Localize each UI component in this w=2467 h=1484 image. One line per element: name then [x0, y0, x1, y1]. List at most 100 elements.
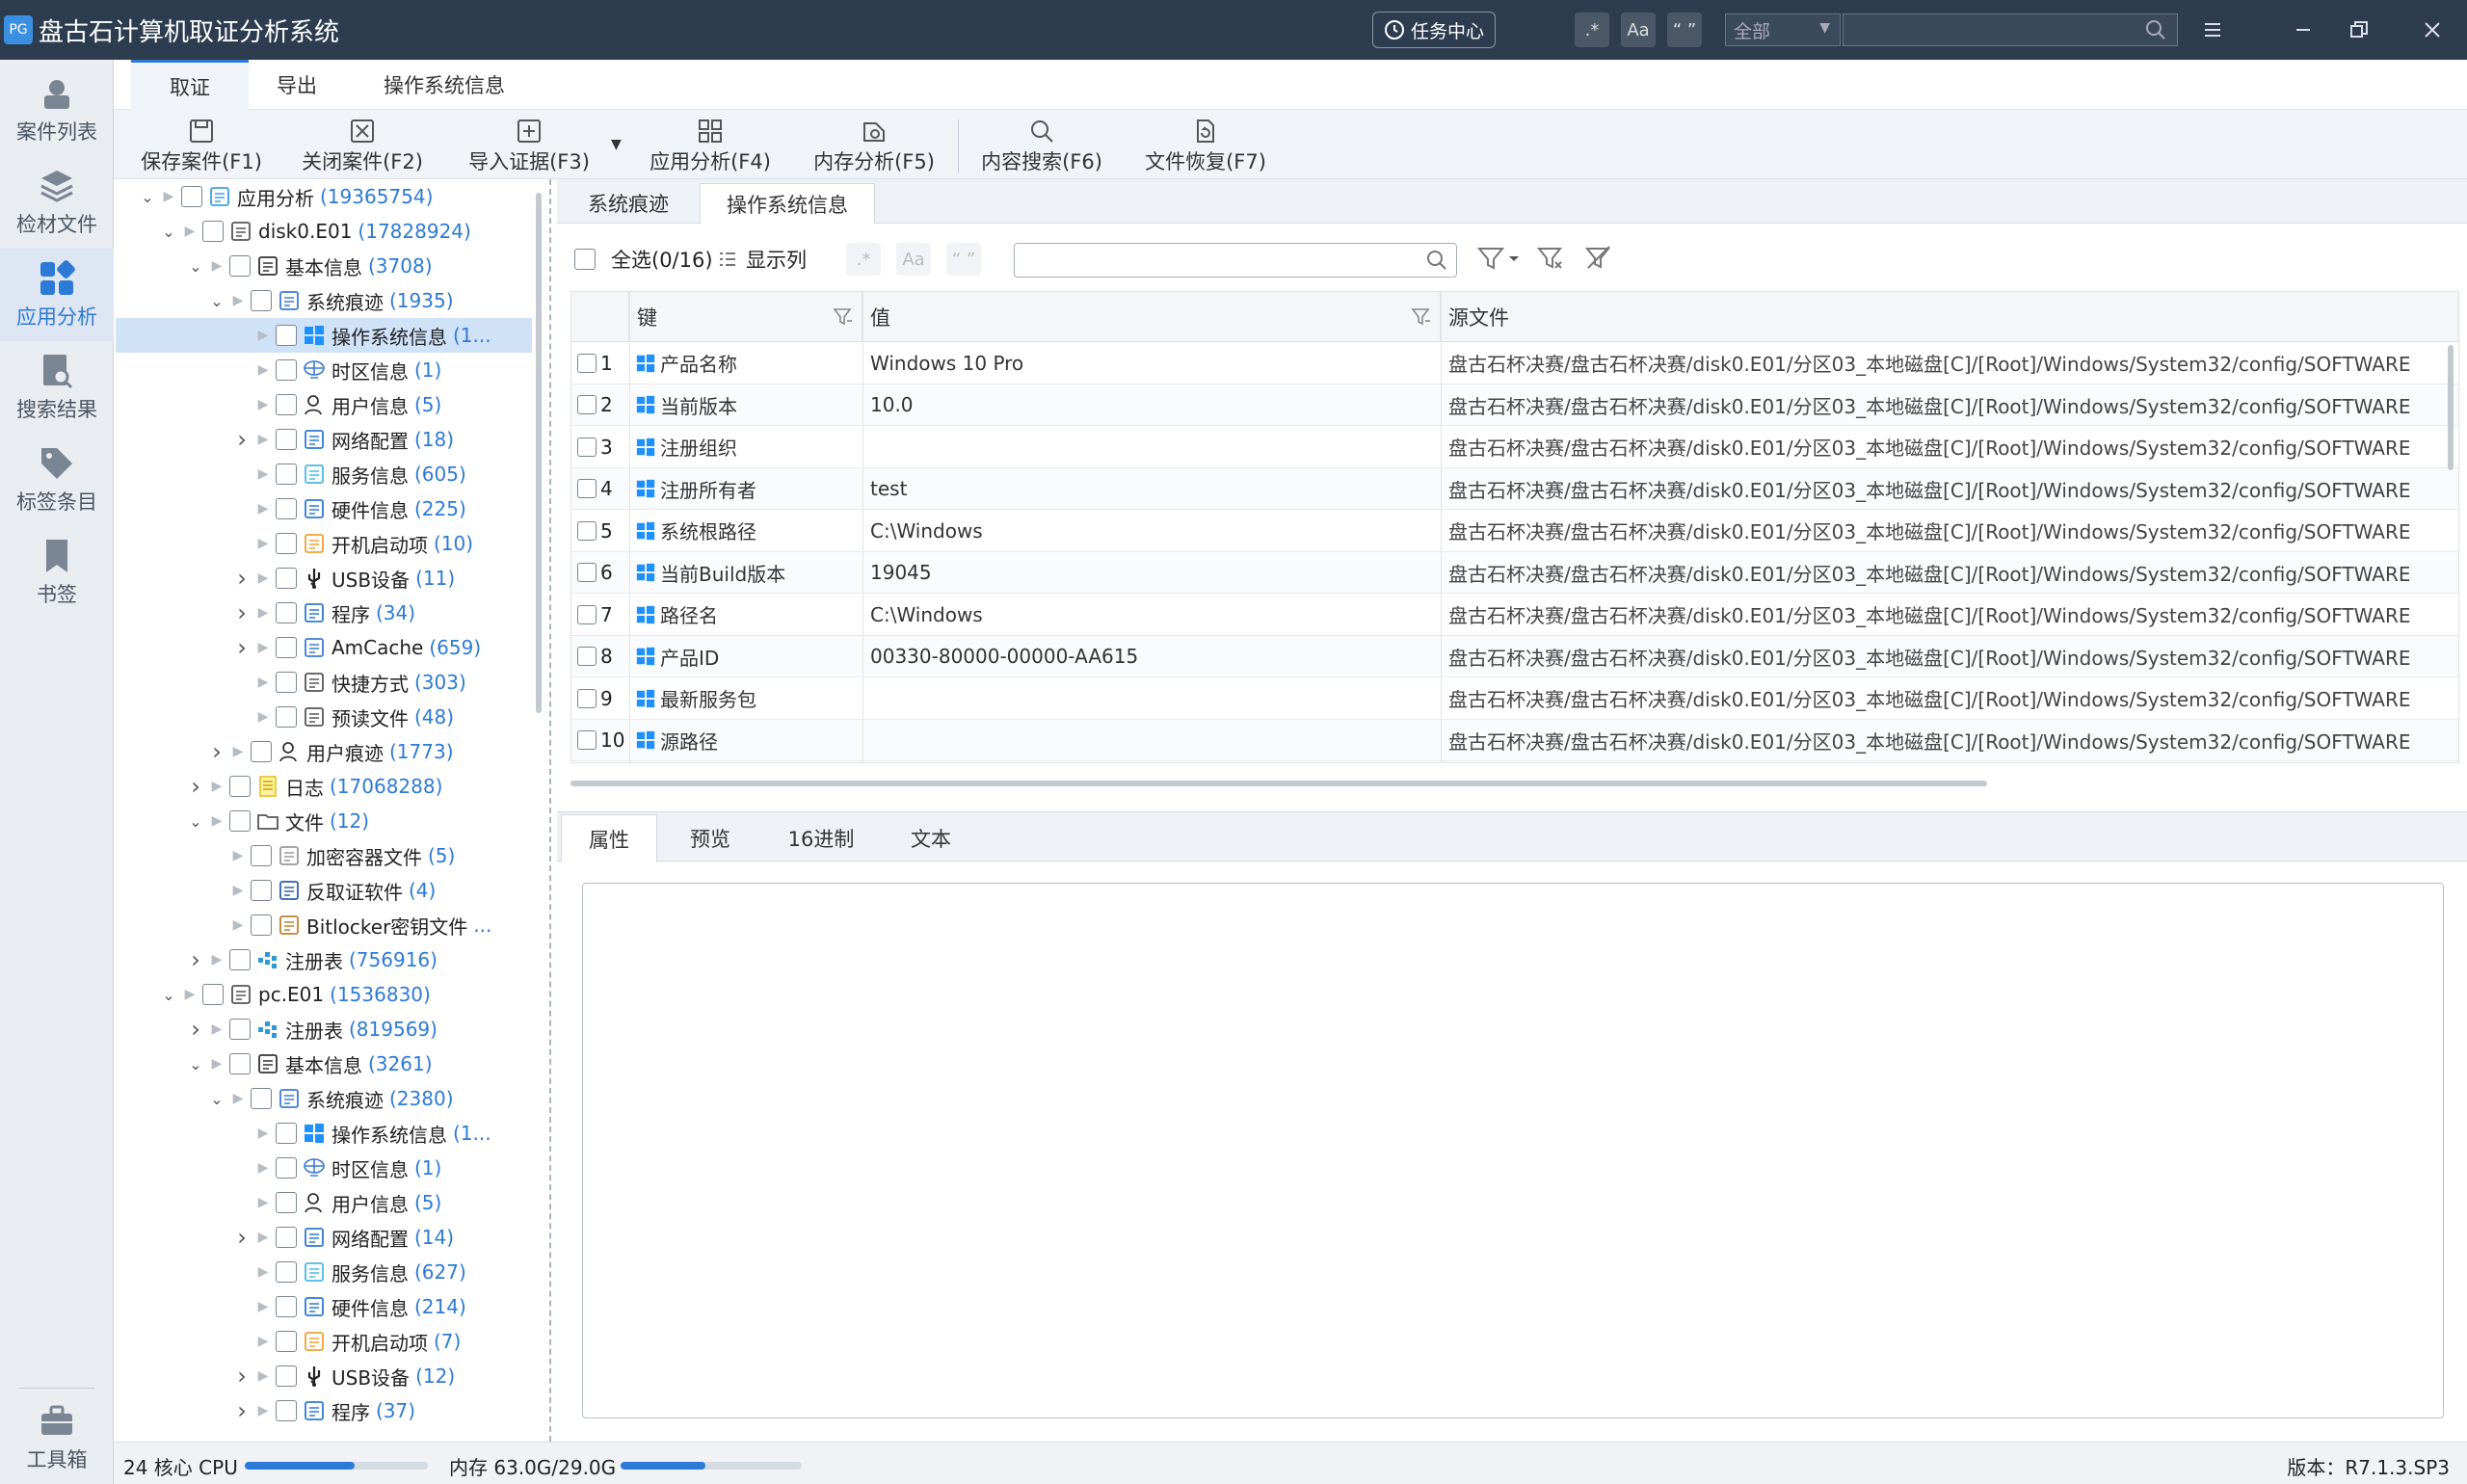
column-header-key[interactable]: 键 [629, 292, 862, 342]
tab-hex[interactable]: 16进制 [763, 814, 879, 862]
tab-properties[interactable]: 属性 [561, 814, 657, 862]
table-row[interactable]: 3 注册组织 盘古石杯决赛/盘古石杯决赛/disk0.E01/分区03_本地磁盘[C… [571, 426, 2458, 468]
tree-node[interactable]: ▶ 时区信息 (1) [116, 1151, 532, 1185]
tab-preview[interactable]: 预览 [659, 814, 761, 862]
detail-content-area[interactable] [582, 883, 2444, 1418]
minimize-icon[interactable] [2286, 13, 2321, 46]
nav-case-list[interactable]: 案件列表 [0, 64, 114, 156]
tree-node-checkbox[interactable] [181, 186, 202, 207]
chevron-down-icon[interactable]: ⌄ [206, 292, 227, 310]
filter-remove-icon[interactable] [1584, 245, 1613, 272]
chevron-down-icon[interactable]: ⌄ [185, 257, 206, 276]
tree-node[interactable]: ⌄ ▶ 系统痕迹 (2380) [116, 1081, 532, 1116]
nav-app-analysis[interactable]: 应用分析 [0, 249, 114, 341]
column-header-value[interactable]: 值 [862, 292, 1441, 342]
chevron-right-icon[interactable]: › [231, 1224, 252, 1251]
table-vertical-scrollbar[interactable] [2448, 345, 2454, 470]
tree-node[interactable]: › ▶ 日志 (17068288) [116, 769, 532, 804]
tree-node-checkbox[interactable] [229, 810, 251, 832]
tree-node[interactable]: ▶ 反取证软件 (4) [116, 873, 532, 908]
row-checkbox[interactable] [577, 647, 597, 666]
tree-node-checkbox[interactable] [251, 741, 272, 762]
tree-node[interactable]: ▶ 时区信息 (1) [116, 353, 532, 387]
table-row[interactable]: 1 产品名称 Windows 10 Pro 盘古石杯决赛/盘古石杯决赛/disk0.E… [571, 342, 2458, 384]
search-scope-select[interactable]: 全部 ▼ [1725, 13, 1841, 46]
task-center-button[interactable]: 任务中心 [1372, 12, 1496, 48]
tree-node[interactable]: ▶ 硬件信息 (214) [116, 1289, 532, 1324]
column-header-source[interactable]: 源文件 [1441, 292, 2458, 342]
nav-tagged-items[interactable]: 标签条目 [0, 434, 114, 526]
chevron-down-icon[interactable]: ⌄ [185, 1055, 206, 1073]
filter-word-toggle[interactable]: “ ” [946, 243, 981, 276]
chevron-right-icon[interactable]: › [231, 1363, 252, 1390]
tree-node[interactable]: ▶ 服务信息 (627) [116, 1255, 532, 1289]
chevron-down-icon[interactable]: ⌄ [158, 223, 179, 241]
close-case-button[interactable]: 关闭案件(F2) [301, 116, 424, 175]
tree-node[interactable]: › ▶ 程序 (34) [116, 596, 532, 630]
tree-node[interactable]: › ▶ USB设备 (11) [116, 561, 532, 596]
tree-node[interactable]: › ▶ AmCache (659) [116, 630, 532, 665]
table-horizontal-scrollbar[interactable] [570, 781, 1987, 786]
tree-node-checkbox[interactable] [276, 1227, 297, 1248]
row-checkbox[interactable] [577, 688, 597, 708]
tree-node[interactable]: › ▶ 网络配置 (18) [116, 422, 532, 457]
chevron-right-icon[interactable]: › [231, 634, 252, 661]
row-checkbox[interactable] [577, 604, 597, 624]
memory-analysis-button[interactable]: 内存分析(F5) [811, 116, 937, 175]
tree-node[interactable]: ⌄ ▶ 系统痕迹 (1935) [116, 283, 532, 318]
chevron-right-icon[interactable]: › [206, 738, 227, 765]
tree-node-checkbox[interactable] [276, 394, 297, 415]
tree-node-checkbox[interactable] [229, 949, 251, 970]
chevron-right-icon[interactable]: › [185, 1016, 206, 1043]
nav-search-results[interactable]: 搜索结果 [0, 341, 114, 434]
tree-node-checkbox[interactable] [276, 672, 297, 693]
nav-evidence-files[interactable]: 检材文件 [0, 156, 114, 249]
tree-node[interactable]: ▶ 开机启动项 (7) [116, 1324, 532, 1359]
tree-node-checkbox[interactable] [251, 845, 272, 866]
search-icon[interactable] [1425, 249, 1448, 272]
tree-node-checkbox[interactable] [251, 880, 272, 901]
column-filter-icon[interactable] [1411, 306, 1432, 328]
filter-clear-icon[interactable] [1536, 245, 1565, 272]
regex-toggle[interactable]: .* [1575, 13, 1609, 47]
tree-node-checkbox[interactable] [276, 533, 297, 554]
tree-node-checkbox[interactable] [276, 429, 297, 450]
row-checkbox[interactable] [577, 563, 597, 582]
tab-os-information[interactable]: 操作系统信息 [700, 183, 875, 224]
tree-node[interactable]: ▶ 快捷方式 (303) [116, 665, 532, 700]
tree-node-checkbox[interactable] [276, 1331, 297, 1352]
tree-node-checkbox[interactable] [276, 359, 297, 381]
filter-dropdown-icon[interactable] [1476, 245, 1526, 272]
app-analysis-button[interactable]: 应用分析(F4) [648, 116, 773, 175]
table-row[interactable]: 10 源路径 盘古石杯决赛/盘古石杯决赛/disk0.E01/分区03_本地磁盘[C… [571, 719, 2458, 761]
tab-forensics[interactable]: 取证 [131, 60, 249, 110]
tree-node[interactable]: ▶ 开机启动项 (10) [116, 526, 532, 561]
tree-node-checkbox[interactable] [229, 1019, 251, 1040]
tab-os-info[interactable]: 操作系统信息 [345, 60, 544, 110]
tree-node-checkbox[interactable] [276, 568, 297, 589]
filter-search-input[interactable] [1014, 243, 1457, 278]
tree-node-checkbox[interactable] [276, 1400, 297, 1421]
tree-node[interactable]: ▶ 用户信息 (5) [116, 1185, 532, 1220]
table-row[interactable]: 8 产品ID 00330-80000-00000-AA615 盘古石杯决赛/盘古石杯决… [571, 635, 2458, 677]
filter-regex-toggle[interactable]: .* [846, 243, 881, 276]
table-row[interactable]: 5 系统根路径 C:\Windows 盘古石杯决赛/盘古石杯决赛/disk0.E01/… [571, 510, 2458, 552]
chevron-right-icon[interactable]: › [231, 565, 252, 592]
search-icon[interactable] [2144, 18, 2167, 41]
tree-node-checkbox[interactable] [251, 914, 272, 936]
tree-node[interactable]: ▶ 用户信息 (5) [116, 387, 532, 422]
tree-node-checkbox[interactable] [202, 984, 224, 1005]
tree-node[interactable]: ▶ 操作系统信息 (1... [116, 1116, 532, 1151]
tree-node-checkbox[interactable] [276, 498, 297, 519]
tree-node[interactable]: ⌄ ▶ pc.E01 (1536830) [116, 977, 532, 1012]
tree-node[interactable]: ⌄ ▶ 文件 (12) [116, 804, 532, 838]
row-checkbox[interactable] [577, 479, 597, 498]
tree-node[interactable]: › ▶ USB设备 (12) [116, 1359, 532, 1393]
import-evidence-button[interactable]: 导入证据(F3) [466, 116, 592, 175]
chevron-down-icon[interactable]: ⌄ [158, 986, 179, 1004]
chevron-right-icon[interactable]: › [231, 426, 252, 453]
restore-icon[interactable] [2342, 13, 2376, 46]
table-row[interactable]: 9 最新服务包 盘古石杯决赛/盘古石杯决赛/disk0.E01/分区03_本地磁盘[… [571, 677, 2458, 720]
tree-node-checkbox[interactable] [229, 1053, 251, 1074]
menu-icon[interactable] [2195, 13, 2230, 46]
